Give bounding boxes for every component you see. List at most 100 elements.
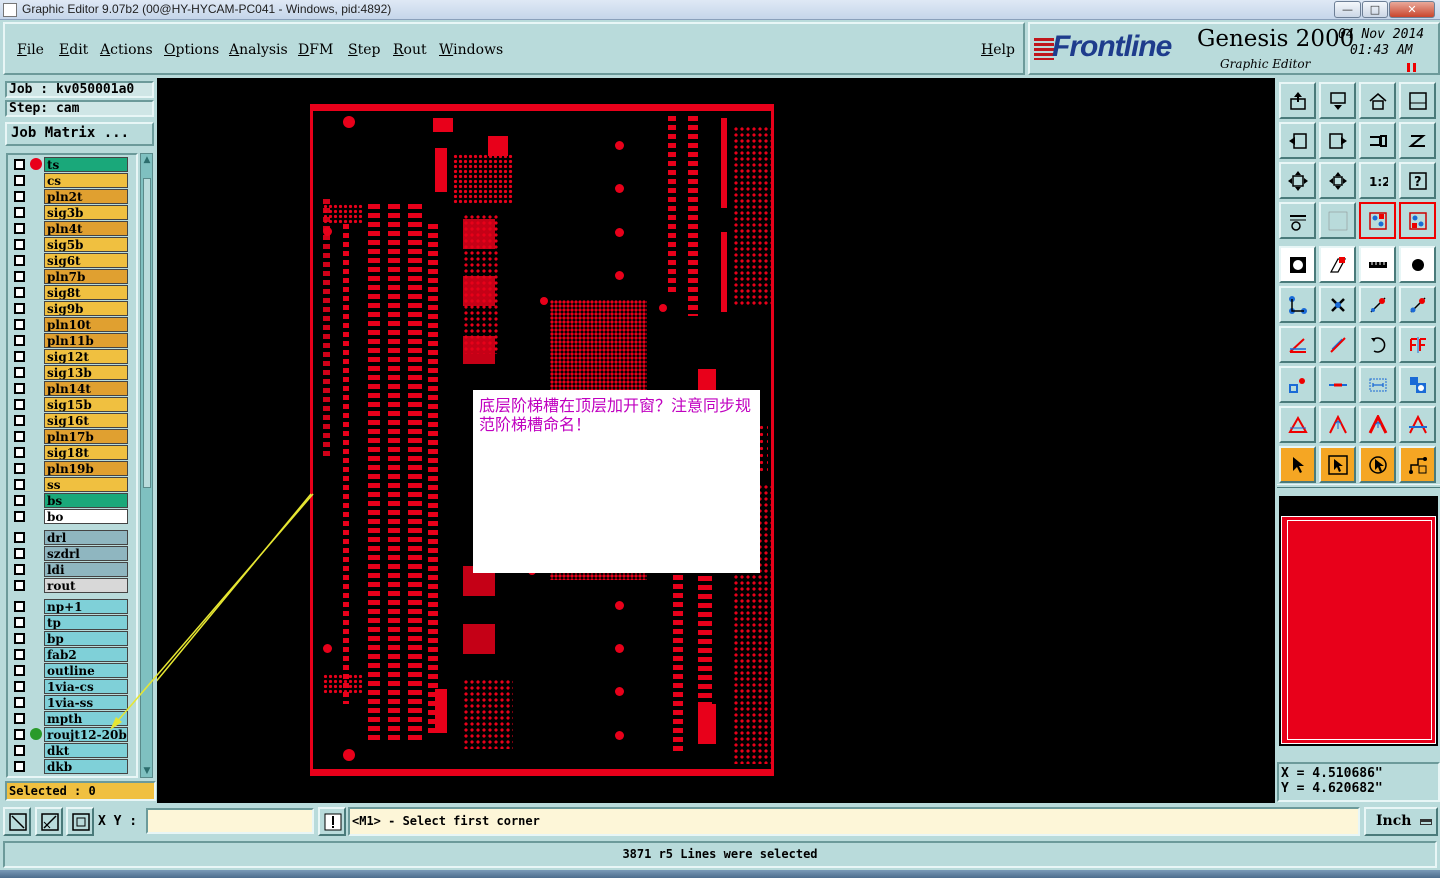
layer-name[interactable]: bo — [44, 509, 128, 524]
menu-analysis[interactable]: Analysis — [229, 42, 288, 58]
layer-name[interactable]: pln10t — [44, 317, 128, 332]
zoom-fit-button[interactable] — [1279, 162, 1316, 199]
rotate-button[interactable] — [1359, 326, 1396, 363]
layer-row-rout[interactable]: rout — [10, 578, 130, 593]
layer-row-sig12t[interactable]: sig12t — [10, 349, 130, 364]
layer-scrollbar[interactable]: ▲ ▼ — [140, 153, 153, 778]
alert-button[interactable] — [318, 807, 346, 836]
layer-row-szdrl[interactable]: szdrl — [10, 546, 130, 561]
menu-actions[interactable]: Actions — [100, 42, 153, 58]
back-button[interactable] — [1279, 122, 1316, 159]
maximize-button[interactable]: □ — [1362, 1, 1388, 18]
minimize-button[interactable]: — — [1334, 1, 1361, 18]
layer-name[interactable]: 1via-ss — [44, 695, 128, 710]
layer-name[interactable]: rout — [44, 578, 128, 593]
measure-button[interactable] — [1359, 366, 1396, 403]
angle-button[interactable] — [1279, 326, 1316, 363]
layer-checkbox[interactable] — [14, 223, 25, 234]
layer-row-sig8t[interactable]: sig8t — [10, 285, 130, 300]
layer-row-ldi[interactable]: ldi — [10, 562, 130, 577]
triangle-button[interactable] — [1279, 406, 1316, 443]
pointer-box-button[interactable] — [1319, 446, 1356, 483]
layer-checkbox[interactable] — [14, 239, 25, 250]
layer-checkbox[interactable] — [14, 697, 25, 708]
units-dropdown[interactable]: Inch — [1364, 807, 1438, 836]
layer-row-dkt[interactable]: dkt — [10, 743, 130, 758]
layer-checkbox[interactable] — [14, 447, 25, 458]
layer-name[interactable]: drl — [44, 530, 128, 545]
measure-tool-button[interactable] — [35, 807, 63, 836]
layer-name[interactable]: mpth — [44, 711, 128, 726]
snap-tool-button[interactable] — [66, 807, 94, 836]
layer-checkbox[interactable] — [14, 159, 25, 170]
layer-name[interactable]: dkt — [44, 743, 128, 758]
scroll-up-icon[interactable]: ▲ — [142, 155, 152, 165]
layer-row-mpth[interactable]: mpth — [10, 711, 130, 726]
menu-help[interactable]: Help — [981, 42, 1015, 58]
scale-1-2-button[interactable]: 1:2 — [1359, 162, 1396, 199]
layer-name[interactable]: tp — [44, 615, 128, 630]
layer-row-sig13b[interactable]: sig13b — [10, 365, 130, 380]
grid-button[interactable] — [1319, 202, 1356, 239]
layer-name[interactable]: cs — [44, 173, 128, 188]
layer-row-outline[interactable]: outline — [10, 663, 130, 678]
layer-name[interactable]: pln7b — [44, 269, 128, 284]
menu-dfm[interactable]: DFM — [298, 42, 333, 58]
mirror-button[interactable] — [1399, 326, 1436, 363]
layer-checkbox[interactable] — [14, 479, 25, 490]
layer-row-pln4t[interactable]: pln4t — [10, 221, 130, 236]
layer-name[interactable]: pln2t — [44, 189, 128, 204]
export-button[interactable] — [1279, 82, 1316, 119]
layer-row-pln17b[interactable]: pln17b — [10, 429, 130, 444]
pointer-circle-button[interactable] — [1359, 446, 1396, 483]
resize-tool-button[interactable] — [3, 807, 31, 836]
triangle-bold-button[interactable] — [1359, 406, 1396, 443]
layer-checkbox[interactable] — [14, 431, 25, 442]
layer-name[interactable]: szdrl — [44, 546, 128, 561]
layer-name[interactable]: outline — [44, 663, 128, 678]
overview-map[interactable] — [1279, 496, 1438, 746]
layer-name[interactable]: sig8t — [44, 285, 128, 300]
layer-row-drl[interactable]: drl — [10, 530, 130, 545]
layer-row-bp[interactable]: bp — [10, 631, 130, 646]
layer-checkbox[interactable] — [14, 303, 25, 314]
layer-name[interactable]: sig9b — [44, 301, 128, 316]
layer-checkbox[interactable] — [14, 175, 25, 186]
layer-checkbox[interactable] — [14, 633, 25, 644]
close-button[interactable]: ✕ — [1389, 1, 1435, 18]
layer-name[interactable]: pln11b — [44, 333, 128, 348]
panel-button[interactable] — [1399, 82, 1436, 119]
home-button[interactable] — [1359, 82, 1396, 119]
layer-checkbox[interactable] — [14, 681, 25, 692]
layer-checkbox[interactable] — [14, 191, 25, 202]
layer-row-sig9b[interactable]: sig9b — [10, 301, 130, 316]
layer-row-sig6t[interactable]: sig6t — [10, 253, 130, 268]
scroll-down-icon[interactable]: ▼ — [142, 766, 152, 776]
layer-name[interactable]: bs — [44, 493, 128, 508]
layer-checkbox[interactable] — [14, 532, 25, 543]
layer-row-sig3b[interactable]: sig3b — [10, 205, 130, 220]
layer-checkbox[interactable] — [14, 580, 25, 591]
layer-name[interactable]: fab2 — [44, 647, 128, 662]
layer-checkbox[interactable] — [14, 495, 25, 506]
layer-name[interactable]: sig5b — [44, 237, 128, 252]
layers-red2-button[interactable] — [1399, 202, 1436, 239]
menu-edit[interactable]: Edit — [59, 42, 88, 58]
layer-name[interactable]: pln17b — [44, 429, 128, 444]
layer-name[interactable]: sig13b — [44, 365, 128, 380]
line-dot2-button[interactable] — [1399, 286, 1436, 323]
layer-name[interactable]: sig15b — [44, 397, 128, 412]
dash-button[interactable] — [1319, 366, 1356, 403]
layer-checkbox[interactable] — [14, 271, 25, 282]
layer-name[interactable]: ts — [44, 157, 128, 172]
layer-checkbox[interactable] — [14, 255, 25, 266]
layer-checkbox[interactable] — [14, 745, 25, 756]
layer-checkbox[interactable] — [14, 351, 25, 362]
layer-checkbox[interactable] — [14, 665, 25, 676]
scroll-thumb[interactable] — [143, 178, 151, 488]
layer-checkbox[interactable] — [14, 287, 25, 298]
layer-row-cs[interactable]: cs — [10, 173, 130, 188]
layer-checkbox[interactable] — [14, 319, 25, 330]
layer-checkbox[interactable] — [14, 564, 25, 575]
layer-row-ss[interactable]: ss — [10, 477, 130, 492]
